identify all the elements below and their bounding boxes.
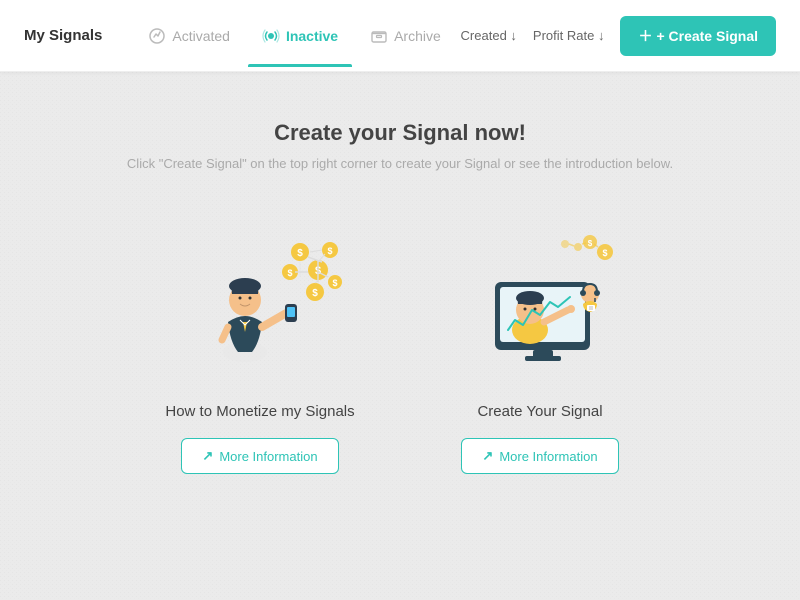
svg-text:$: $ — [287, 268, 292, 278]
external-link-icon: ↗ — [202, 448, 213, 464]
cards-row: $ $ $ $ $ $ — [160, 219, 640, 474]
main-content: Create your Signal now! Click "Create Si… — [0, 72, 800, 474]
card-create-label: Create Your Signal — [477, 403, 602, 420]
svg-text:$: $ — [332, 278, 337, 288]
main-heading: Create your Signal now! — [274, 120, 526, 146]
svg-text:$: $ — [588, 239, 593, 248]
header-title: My Signals — [24, 27, 102, 44]
card-monetize: $ $ $ $ $ $ — [160, 219, 360, 474]
header-right: Created ↓ Profit Rate ↓ ＋ + Create Signa… — [461, 16, 776, 56]
svg-text:$: $ — [602, 248, 607, 258]
monetize-illustration: $ $ $ $ $ $ — [170, 219, 350, 379]
plus-icon: ＋ — [638, 26, 652, 46]
card-monetize-label: How to Monetize my Signals — [165, 403, 354, 420]
tab-activated[interactable]: Activated — [134, 19, 244, 53]
svg-text:$: $ — [327, 246, 332, 256]
create-signal-button[interactable]: ＋ + Create Signal — [620, 16, 776, 56]
svg-text:$: $ — [297, 248, 303, 259]
tab-inactive[interactable]: Inactive — [248, 19, 352, 53]
sort-profit-button[interactable]: Profit Rate ↓ — [533, 28, 605, 43]
nav-tabs: Activated Inactive — [134, 19, 460, 53]
tab-activated-label: Activated — [172, 28, 230, 44]
tab-archive-label: Archive — [394, 28, 441, 44]
external-link-icon-2: ↗ — [482, 448, 493, 464]
main-subtext: Click "Create Signal" on the top right c… — [127, 156, 673, 171]
create-signal-more-info-button[interactable]: ↗ More Information — [461, 438, 618, 474]
create-signal-illustration: $ $ — [450, 219, 630, 379]
tab-inactive-label: Inactive — [286, 28, 338, 44]
card-create-signal: $ $ Create Your Signal ↗ More Informatio… — [440, 219, 640, 474]
chart-icon — [148, 27, 166, 45]
signal-icon — [262, 27, 280, 45]
header: My Signals Activated — [0, 0, 800, 72]
archive-icon — [370, 27, 388, 45]
sort-created-button[interactable]: Created ↓ — [461, 28, 517, 43]
tab-archive[interactable]: Archive — [356, 19, 455, 53]
monetize-more-info-button[interactable]: ↗ More Information — [181, 438, 338, 474]
svg-text:$: $ — [312, 288, 318, 299]
